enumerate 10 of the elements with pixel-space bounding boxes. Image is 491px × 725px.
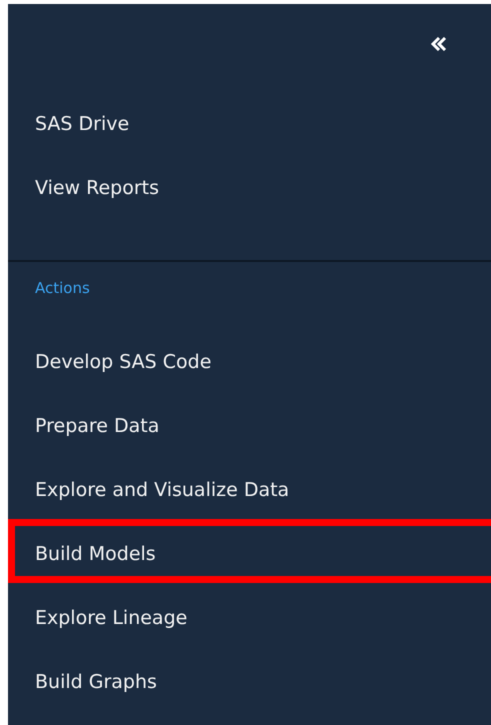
section-heading: Actions	[34, 278, 91, 299]
nav-item[interactable]: Prepare Data	[8, 391, 491, 455]
nav-item[interactable]: Build Graphs	[8, 647, 491, 711]
nav-item[interactable]: View Reports	[8, 156, 491, 220]
nav-item[interactable]: Explore and Visualize Data	[8, 455, 491, 519]
nav-item[interactable]: Explore Lineage	[8, 583, 491, 647]
nav-item[interactable]: Develop SAS Code	[8, 327, 491, 391]
collapse-icon[interactable]	[431, 37, 447, 51]
nav-item[interactable]: SAS Drive	[8, 92, 491, 156]
nav-item[interactable]: Build Models	[8, 519, 491, 583]
